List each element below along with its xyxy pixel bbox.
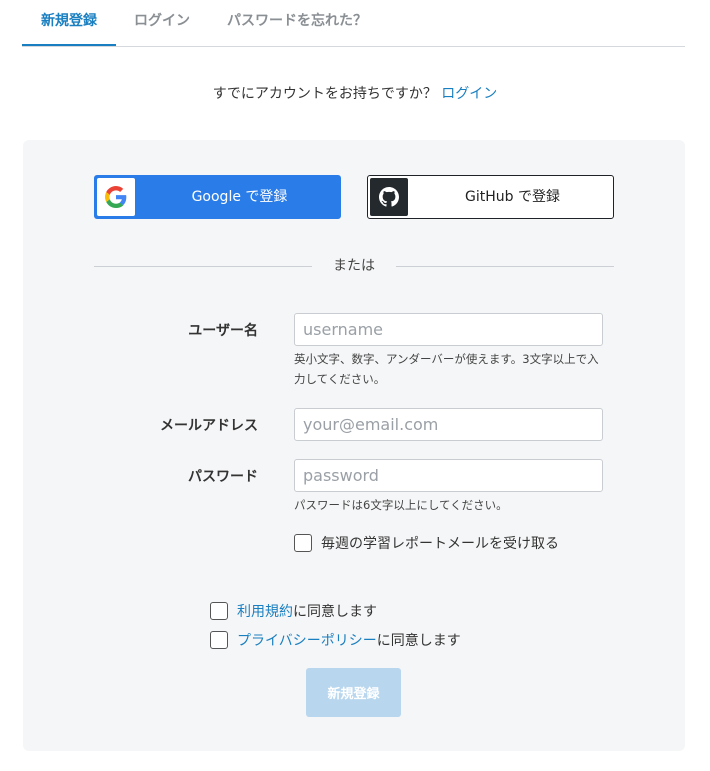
- github-signup-label: GitHub で登録: [465, 189, 560, 205]
- google-signup-label: Google で登録: [191, 189, 288, 205]
- username-input[interactable]: [294, 313, 603, 346]
- google-signup-button[interactable]: Google で登録: [94, 175, 341, 219]
- privacy-agreement: プライバシーポリシー に同意します: [210, 630, 461, 650]
- privacy-checkbox[interactable]: [210, 631, 228, 649]
- auth-tabs: 新規登録 ログイン パスワードを忘れた？: [22, 0, 685, 47]
- github-signup-button[interactable]: GitHub で登録: [367, 175, 614, 219]
- tab-forgot-password[interactable]: パスワードを忘れた？: [224, 10, 370, 46]
- tab-signup[interactable]: 新規登録: [22, 10, 116, 46]
- login-link[interactable]: ログイン: [441, 86, 497, 102]
- password-input[interactable]: [294, 459, 603, 492]
- login-prompt-text: すでにアカウントをお持ちですか？: [212, 86, 437, 102]
- password-help: パスワードは6文字以上にしてください。: [294, 498, 508, 512]
- signup-panel: Google で登録 GitHub で登録 または ユーザー名 英小文字、数字、…: [23, 140, 685, 751]
- weekly-report-checkbox[interactable]: [294, 534, 312, 552]
- privacy-suffix: に同意します: [376, 633, 461, 649]
- password-label: パスワード: [188, 469, 258, 485]
- divider-line-right: [396, 266, 614, 267]
- tab-login[interactable]: ログイン: [132, 10, 192, 46]
- email-input[interactable]: [294, 408, 603, 441]
- signup-submit-button[interactable]: 新規登録: [306, 668, 401, 717]
- login-prompt: すでにアカウントをお持ちですか？ ログイン: [0, 83, 710, 103]
- weekly-report-label: 毎週の学習レポートメールを受け取る: [321, 536, 559, 552]
- github-icon: [370, 178, 408, 216]
- email-label: メールアドレス: [160, 418, 258, 434]
- terms-agreement: 利用規約 に同意します: [210, 601, 377, 621]
- google-icon: [97, 178, 135, 216]
- username-help: 英小文字、数字、アンダーバーが使えます。3文字以上で入力してください。: [294, 352, 599, 386]
- terms-checkbox[interactable]: [210, 602, 228, 620]
- weekly-report-option: 毎週の学習レポートメールを受け取る: [294, 533, 559, 553]
- username-label: ユーザー名: [188, 323, 258, 339]
- terms-link[interactable]: 利用規約: [237, 601, 293, 621]
- or-divider: または: [94, 256, 614, 276]
- terms-suffix: に同意します: [293, 604, 377, 620]
- privacy-link[interactable]: プライバシーポリシー: [237, 630, 377, 650]
